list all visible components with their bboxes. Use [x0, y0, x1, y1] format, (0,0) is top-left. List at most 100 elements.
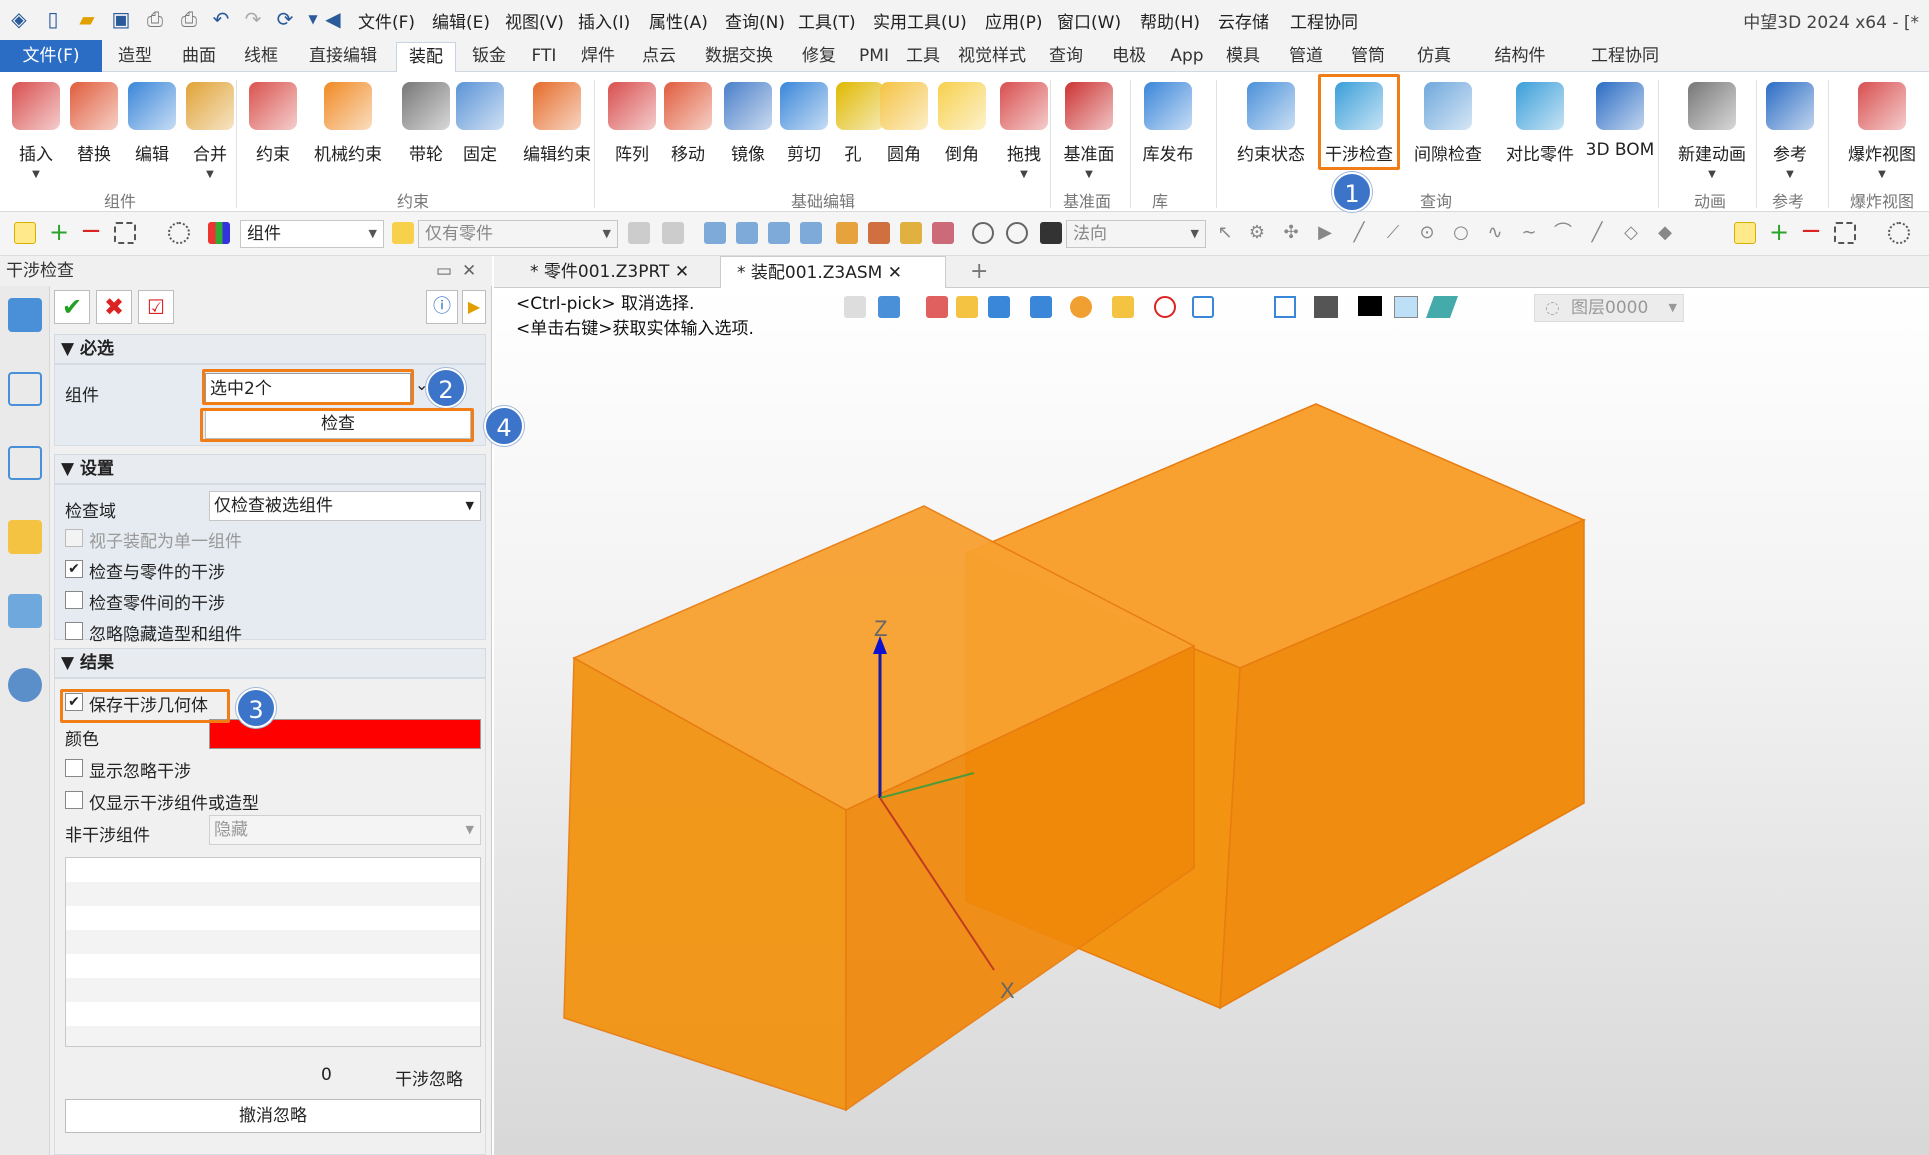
part-icon[interactable]	[900, 222, 922, 244]
tab-22[interactable]: 结构件	[1474, 42, 1566, 72]
interference-tab-icon[interactable]	[8, 298, 42, 332]
line-icon[interactable]: ╱	[1348, 222, 1370, 244]
ok-icon[interactable]: ✔	[54, 290, 90, 324]
tab-5[interactable]: 装配	[396, 42, 456, 72]
align-left-icon[interactable]	[704, 222, 726, 244]
ribbon-button-16[interactable]: 拖拽 ▼	[996, 78, 1052, 188]
ribbon-button-15[interactable]: 倒角	[934, 78, 990, 188]
info-icon[interactable]: ⓘ	[426, 290, 458, 324]
center-icon[interactable]: ⊙	[1416, 222, 1438, 244]
new-tab-icon[interactable]: +	[954, 256, 994, 288]
direction-combo[interactable]: 法向 ▼	[1066, 220, 1206, 248]
doc-tab-assembly[interactable]: * 装配001.Z3ASM ✕	[720, 256, 946, 288]
align-center-icon[interactable]	[736, 222, 758, 244]
tab-21[interactable]: 仿真	[1398, 42, 1470, 72]
option-checkbox-1[interactable]: ✔	[65, 560, 83, 578]
tab-12[interactable]: PMI	[852, 42, 896, 72]
ribbon-button-23[interactable]: 3D BOM	[1584, 78, 1656, 188]
snap-icon[interactable]: ✣	[1280, 222, 1302, 244]
filter-combo[interactable]: 组件 ▼	[240, 220, 384, 248]
ribbon-button-5[interactable]: 机械约束	[306, 78, 390, 188]
menu-item-2[interactable]: 视图(V)	[505, 8, 564, 33]
ribbon-button-0[interactable]: 插入 ▼	[8, 78, 64, 188]
spline-icon[interactable]: ∼	[1518, 222, 1540, 244]
view-icon[interactable]	[8, 520, 42, 554]
chevron-down-icon[interactable]: ▼	[1762, 169, 1818, 180]
new-file-icon[interactable]: ▯	[40, 6, 66, 32]
tab-11[interactable]: 修复	[790, 42, 848, 72]
ribbon-button-19[interactable]: 约束状态	[1226, 78, 1316, 188]
play-icon[interactable]: ▶	[1314, 222, 1336, 244]
scope-select[interactable]: 仅检查被选组件 ▼	[209, 491, 481, 521]
close-icon[interactable]: ✕	[888, 263, 902, 283]
tab-9[interactable]: 点云	[630, 42, 688, 72]
ribbon-button-24[interactable]: 新建动画 ▼	[1664, 78, 1760, 188]
rotate-icon[interactable]	[1006, 222, 1028, 244]
tab-19[interactable]: 管道	[1276, 42, 1336, 72]
box-select-icon-2[interactable]	[1834, 222, 1856, 244]
gear-pick-icon[interactable]: ⚙	[1246, 222, 1268, 244]
redo-icon[interactable]: ↷	[240, 6, 266, 32]
refresh-icon[interactable]: ⟳	[272, 6, 298, 32]
menu-item-6[interactable]: 工具(T)	[798, 8, 856, 33]
ribbon-button-4[interactable]: 约束	[244, 78, 302, 188]
ribbon-button-8[interactable]: 编辑约束	[512, 78, 602, 188]
tab-15[interactable]: 查询	[1036, 42, 1096, 72]
show-ignored-checkbox[interactable]	[65, 759, 83, 777]
circle-icon[interactable]: ○	[1450, 222, 1472, 244]
menu-item-5[interactable]: 查询(N)	[725, 8, 785, 33]
chevron-down-icon[interactable]: ▼	[182, 169, 238, 180]
expand-panel-icon[interactable]: ▶	[462, 290, 486, 324]
curve-icon[interactable]: ∿	[1484, 222, 1506, 244]
non-interference-select[interactable]: 隐藏 ▼	[209, 815, 481, 845]
block-left[interactable]	[563, 505, 1196, 1112]
pin-icon[interactable]: ▭	[436, 256, 452, 286]
arc-icon[interactable]: ⌒	[1552, 222, 1574, 244]
list-icon[interactable]	[836, 222, 858, 244]
print-icon[interactable]: ⎙	[142, 6, 168, 32]
results-section-header[interactable]: ▼ 结果	[54, 648, 486, 678]
tab-23[interactable]: 工程协同	[1570, 42, 1680, 72]
menu-item-3[interactable]: 插入(I)	[578, 8, 630, 33]
tab-13[interactable]: 工具	[898, 42, 948, 72]
menu-item-12[interactable]: 工程协同	[1290, 8, 1358, 33]
tab-8[interactable]: 焊件	[568, 42, 628, 72]
cancel-icon[interactable]: ✖	[96, 290, 132, 324]
tool-icon-a[interactable]	[628, 222, 650, 244]
add-icon-2[interactable]: +	[1768, 220, 1790, 244]
chevron-down-icon[interactable]: ▼	[996, 169, 1052, 180]
pick-icon[interactable]: ↖	[1214, 222, 1236, 244]
solid-icon[interactable]	[1040, 222, 1062, 244]
ribbon-button-6[interactable]: 带轮	[398, 78, 454, 188]
remove-icon-2[interactable]: −	[1800, 218, 1822, 244]
chevron-down-icon[interactable]: ▼	[1664, 169, 1760, 180]
hierarchy-icon[interactable]	[8, 446, 42, 480]
ribbon-button-2[interactable]: 编辑	[124, 78, 180, 188]
part-filter-icon[interactable]	[392, 222, 414, 244]
tab-14[interactable]: 视觉样式	[950, 42, 1034, 72]
add-icon[interactable]: +	[48, 220, 70, 244]
image-icon[interactable]	[8, 594, 42, 628]
open-file-icon[interactable]: ▰	[74, 6, 100, 32]
endpoint-icon[interactable]: ⟋	[1382, 222, 1404, 244]
lasso-select-icon[interactable]	[168, 222, 190, 244]
select-cursor-icon[interactable]	[14, 222, 36, 244]
interference-result-list[interactable]	[65, 857, 481, 1047]
option-checkbox-2[interactable]	[65, 591, 83, 609]
save-icon[interactable]: ▣	[108, 6, 134, 32]
tab-17[interactable]: App	[1162, 42, 1212, 72]
tab-2[interactable]: 曲面	[170, 42, 228, 72]
body-icon[interactable]: ◆	[1654, 222, 1676, 244]
ribbon-button-25[interactable]: 参考 ▼	[1762, 78, 1818, 188]
settings-section-header[interactable]: ▼ 设置	[54, 454, 486, 484]
ribbon-button-11[interactable]: 镜像	[720, 78, 776, 188]
ribbon-button-18[interactable]: 库发布	[1140, 78, 1196, 188]
apply-icon[interactable]: ☑	[138, 290, 174, 324]
tool-icon-b[interactable]	[662, 222, 684, 244]
distribute-icon[interactable]	[800, 222, 822, 244]
scope-combo[interactable]: 仅有零件 ▼	[418, 220, 618, 248]
tab-16[interactable]: 电极	[1100, 42, 1158, 72]
tab-7[interactable]: FTI	[522, 42, 566, 72]
3d-viewport[interactable]: <Ctrl-pick> 取消选择. <单击右键>获取实体输入选项. ◌ 图层000…	[494, 288, 1929, 1155]
collapse-icon[interactable]: ◀	[320, 6, 346, 32]
